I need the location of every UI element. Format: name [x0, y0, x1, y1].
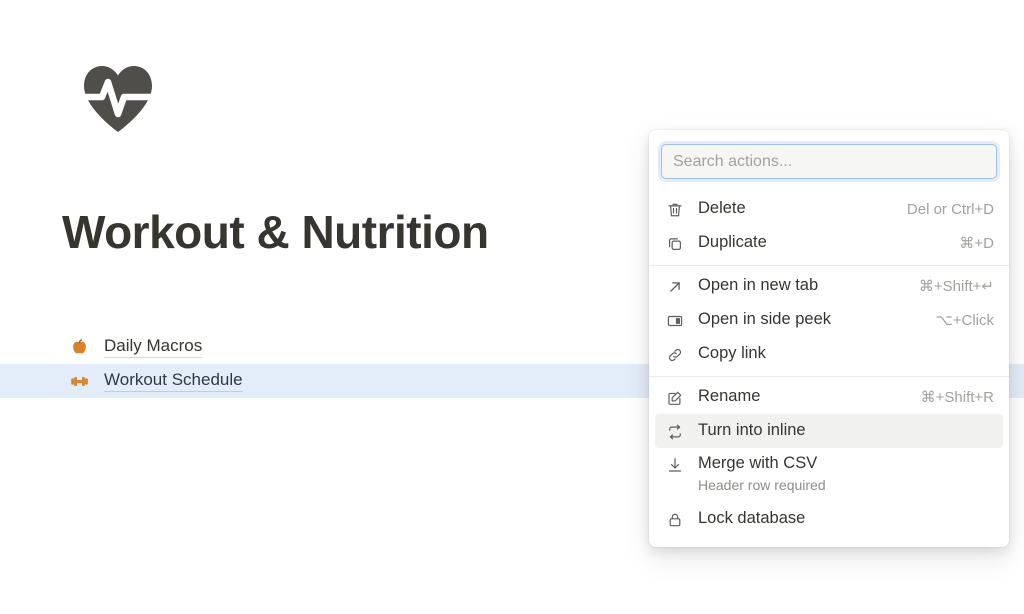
trash-icon [665, 200, 685, 220]
rename-icon [665, 388, 685, 408]
link-icon [665, 345, 685, 365]
menu-item-texts: Lock database [698, 509, 982, 529]
menu-item-duplicate[interactable]: Duplicate ⌘+D [655, 226, 1003, 260]
menu-item-texts: Open in side peek [698, 310, 923, 330]
menu-item-delete[interactable]: Delete Del or Ctrl+D [655, 192, 1003, 226]
menu-item-label: Lock database [698, 509, 806, 528]
menu-item-texts: Delete [698, 199, 895, 219]
menu-item-open-in-new-tab[interactable]: Open in new tab ⌘+Shift+↵ [655, 269, 1003, 303]
duplicate-icon [665, 234, 685, 254]
menu-item-label: Open in side peek [698, 310, 832, 329]
download-icon [665, 455, 685, 475]
menu-item-label: Rename [698, 387, 761, 406]
menu-group: Delete Del or Ctrl+D Duplicate ⌘+D [649, 189, 1009, 265]
menu-item-lock-database[interactable]: Lock database [655, 502, 1003, 536]
menu-item-open-in-side-peek[interactable]: Open in side peek ⌥+Click [655, 303, 1003, 337]
menu-item-shortcut: ⌘+Shift+R [920, 389, 994, 406]
menu-item-turn-into-inline[interactable]: Turn into inline [655, 414, 1003, 448]
search-input[interactable] [661, 144, 997, 179]
menu-item-rename[interactable]: Rename ⌘+Shift+R [655, 380, 1003, 414]
lock-icon [665, 510, 685, 530]
menu-item-label: Delete [698, 199, 746, 218]
menu-group: Rename ⌘+Shift+R Turn into inline Merge … [649, 377, 1009, 541]
side-peek-icon [665, 311, 685, 331]
menu-item-label: Duplicate [698, 233, 767, 252]
apple-icon [68, 336, 90, 358]
menu-item-shortcut: ⌥+Click [935, 312, 994, 329]
menu-item-texts: Open in new tab [698, 276, 907, 296]
menu-item-shortcut: ⌘+D [959, 235, 994, 252]
menu-item-texts: Duplicate [698, 233, 947, 253]
menu-group: Open in new tab ⌘+Shift+↵ Open in side p… [649, 266, 1009, 376]
list-item-label: Daily Macros [104, 336, 203, 358]
open-new-tab-icon [665, 277, 685, 297]
menu-item-shortcut: Del or Ctrl+D [906, 200, 994, 218]
menu-item-texts: Turn into inline [698, 421, 982, 441]
menu-item-texts: Copy link [698, 344, 982, 364]
menu-item-label: Open in new tab [698, 276, 819, 295]
context-menu: Delete Del or Ctrl+D Duplicate ⌘+D [649, 130, 1009, 547]
turn-into-inline-icon [665, 422, 685, 442]
menu-item-texts: Merge with CSV Header row required [698, 454, 982, 494]
menu-item-shortcut: ⌘+Shift+↵ [918, 278, 994, 295]
page-title: Workout & Nutrition [62, 206, 489, 258]
dumbbell-icon [68, 370, 90, 392]
menu-search-container [649, 130, 1009, 189]
list-item-label: Workout Schedule [104, 370, 243, 392]
menu-item-label: Merge with CSV [698, 454, 818, 472]
heart-pulse-icon[interactable] [78, 58, 158, 138]
menu-item-merge-with-csv[interactable]: Merge with CSV Header row required [655, 448, 1003, 502]
menu-item-copy-link[interactable]: Copy link [655, 337, 1003, 371]
menu-item-label: Turn into inline [698, 421, 806, 440]
menu-item-texts: Rename [698, 387, 909, 407]
menu-item-label: Copy link [698, 344, 766, 363]
menu-item-sublabel: Header row required [698, 476, 826, 493]
